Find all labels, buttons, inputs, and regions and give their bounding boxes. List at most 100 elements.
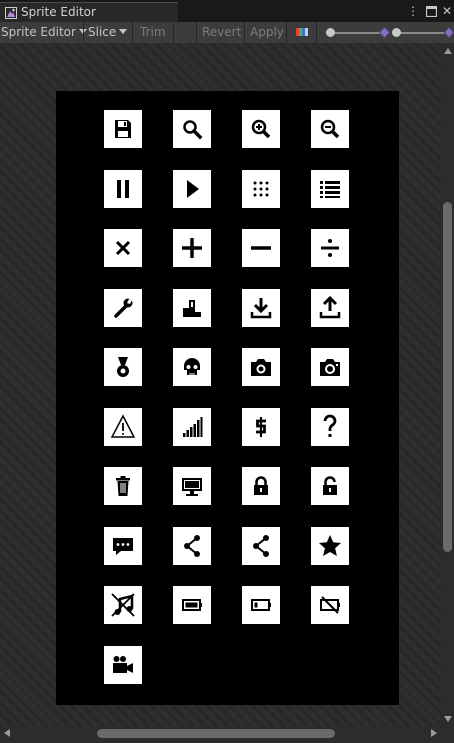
upload-icon [319,295,341,318]
sprite-tile[interactable] [104,288,142,327]
toolbar-divider [286,22,287,43]
more-options-icon[interactable]: ⋮ [406,3,420,19]
slice-dropdown-label: Slice [88,25,117,39]
trim-button[interactable]: Trim [140,22,166,43]
vertical-scroll-thumb[interactable] [443,202,452,552]
share-icon [184,534,200,557]
wrench-icon [114,298,133,318]
sprite-tile[interactable] [104,467,142,505]
pause-icon [117,179,129,198]
sprite-sheet[interactable] [56,91,399,705]
list-icon [320,180,340,198]
sprite-tile[interactable] [104,348,142,386]
sprite-tile[interactable] [242,229,280,267]
sprite-tile[interactable] [173,288,211,327]
scroll-down-icon[interactable] [444,716,452,722]
grid-dots-icon [253,181,269,196]
scroll-left-icon[interactable] [4,729,10,737]
toolbar-divider [316,22,317,43]
sprite-tile[interactable] [311,586,349,624]
search-icon [183,120,203,140]
horizontal-scroll-thumb[interactable] [97,729,335,738]
scroll-up-icon[interactable] [444,48,452,54]
title-bar: Sprite Editor ⋮ ✕ [0,0,454,22]
monitor-icon [182,478,202,496]
sprite-tile[interactable] [104,169,142,208]
camera-icon [251,359,271,376]
battery-low-icon [251,599,271,611]
download-icon [250,297,272,318]
sprite-tile[interactable] [173,110,211,148]
play-icon [187,179,199,198]
toolbar-divider [83,22,84,43]
battery-full-icon [182,599,202,611]
apply-button[interactable]: Apply [250,22,284,43]
zoom-out-icon [320,119,340,139]
sprite-tile[interactable] [104,110,142,148]
editor-tab[interactable]: Sprite Editor [0,2,178,22]
sprite-editor-dropdown[interactable]: Sprite Editor [1,22,87,43]
sprite-tile[interactable] [311,229,349,267]
mip-slider-handle[interactable] [392,28,401,37]
sprite-tile[interactable] [173,169,211,208]
sprite-tile[interactable] [242,407,280,446]
sprite-tile[interactable] [311,467,349,505]
podium-icon [183,299,201,317]
skull-icon [184,358,200,375]
sprite-tile[interactable] [173,526,211,565]
video-camera-icon [113,655,133,673]
sprite-tile[interactable] [242,348,280,386]
slice-dropdown[interactable]: Slice [88,22,128,43]
toolbar-divider [196,22,197,43]
save-icon [115,120,131,138]
sprite-tile[interactable] [242,586,280,624]
plus-icon [182,238,202,258]
warning-icon [110,413,136,438]
sprite-editor-icon [5,7,17,19]
zoom-in-icon [251,119,271,139]
minus-icon [251,246,271,250]
sprite-tile[interactable] [173,467,211,505]
zoom-slider-handle[interactable] [326,28,335,37]
sprite-tile[interactable] [242,169,280,208]
color-channel-icon[interactable] [296,28,308,36]
sprite-tile[interactable] [242,526,280,565]
unlock-icon [323,476,337,495]
maximize-icon[interactable] [424,3,438,19]
sprite-tile[interactable] [242,110,280,148]
sprite-tile[interactable] [173,229,211,267]
star-icon [319,534,341,556]
sprite-tile[interactable] [104,586,142,624]
chat-bubble-icon [113,537,133,555]
sprite-tile[interactable] [173,586,211,624]
toolbar: Sprite Editor Slice Trim Revert Apply [0,22,454,44]
revert-button[interactable]: Revert [202,22,241,43]
share-alt-icon [253,534,269,557]
signal-bars-icon [183,416,203,437]
chevron-down-icon [119,29,128,34]
sprite-tile[interactable] [242,288,280,327]
sprite-tile[interactable] [104,407,142,446]
sprite-tile[interactable] [173,407,211,446]
alpha-icon [379,27,390,38]
sprite-tile[interactable] [242,467,280,505]
question-icon [323,414,337,437]
sprite-tile[interactable] [311,110,349,148]
sprite-tile[interactable] [311,526,349,565]
sprite-tile[interactable] [173,348,211,386]
sprite-tile[interactable] [311,288,349,327]
scroll-right-icon[interactable] [431,729,437,737]
sprite-editor-dropdown-label: Sprite Editor [1,25,76,39]
mip-icon [444,27,454,38]
trash-icon [116,476,130,496]
lock-icon [254,476,268,495]
toolbar-divider [173,22,174,43]
sprite-tile[interactable] [104,645,142,684]
sprite-tile[interactable] [311,348,349,386]
sprite-tile[interactable] [311,407,349,446]
divide-icon [321,239,339,257]
sprite-tile[interactable] [104,229,142,267]
sprite-tile[interactable] [311,169,349,208]
close-icon[interactable]: ✕ [440,3,454,19]
sprite-tile[interactable] [104,526,142,565]
